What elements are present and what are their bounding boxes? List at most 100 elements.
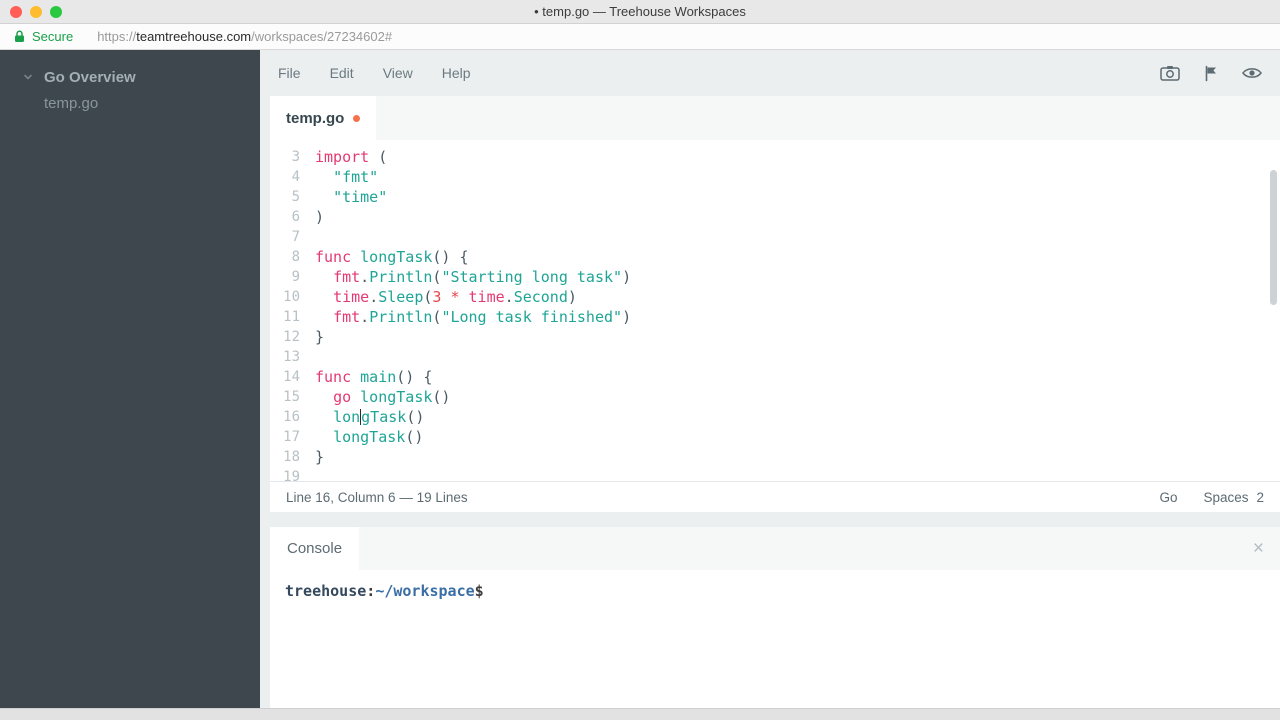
code-line[interactable]: longTask() <box>315 407 631 427</box>
terminal-prompt: treehouse:~/workspace$ <box>285 582 484 600</box>
code-token: () <box>432 388 450 406</box>
close-console-icon[interactable]: × <box>1253 539 1264 558</box>
language-mode-button[interactable]: Go <box>1159 490 1177 505</box>
code-token: time <box>333 288 369 306</box>
code-line[interactable]: fmt.Println("Starting long task") <box>315 267 631 287</box>
indent-setting-button[interactable]: Spaces 2 <box>1203 490 1264 505</box>
line-number: 4 <box>270 167 300 187</box>
code-line[interactable] <box>315 467 631 481</box>
code-token <box>315 168 333 186</box>
code-token: } <box>315 448 324 466</box>
code-token: time <box>469 288 505 306</box>
line-number: 16 <box>270 407 300 427</box>
code-line[interactable]: "time" <box>315 187 631 207</box>
file-tree-sidebar: Go Overview temp.go <box>0 50 260 708</box>
prompt-separator: : <box>366 582 375 600</box>
window-titlebar: • temp.go — Treehouse Workspaces <box>0 0 1280 24</box>
sidebar-item-temp-go[interactable]: temp.go <box>0 90 260 116</box>
address-bar[interactable]: Secure https://teamtreehouse.com/workspa… <box>0 24 1280 50</box>
code-token: ) <box>568 288 577 306</box>
editor-tabbar: temp.go <box>270 96 1280 140</box>
editor-scrollbar[interactable] <box>1270 170 1277 305</box>
terminal[interactable]: treehouse:~/workspace$ <box>270 570 1280 708</box>
indent-value: 2 <box>1256 490 1264 505</box>
prompt-symbol: $ <box>475 582 484 600</box>
code-editor[interactable]: 345678910111213141516171819 import ( "fm… <box>270 140 1280 481</box>
sidebar-item-label: temp.go <box>44 95 98 112</box>
code-token: fmt <box>333 268 360 286</box>
code-token: ( <box>369 148 387 166</box>
code-token: () <box>406 408 424 426</box>
sidebar-item-label: Go Overview <box>44 69 136 86</box>
code-token: func <box>315 368 351 386</box>
zoom-window-button[interactable] <box>50 6 62 18</box>
code-token: () { <box>396 368 432 386</box>
traffic-lights <box>10 0 62 23</box>
code-token: ) <box>622 308 631 326</box>
menubar: File Edit View Help <box>270 50 1280 96</box>
code-lines: import ( "fmt" "time")func longTask() { … <box>300 140 631 481</box>
code-token: import <box>315 148 369 166</box>
code-line[interactable]: "fmt" <box>315 167 631 187</box>
code-line[interactable]: func main() { <box>315 367 631 387</box>
url-domain: teamtreehouse.com <box>136 29 251 44</box>
line-number: 11 <box>270 307 300 327</box>
workspace-app: Go Overview temp.go File Edit View Help temp… <box>0 50 1280 708</box>
code-line[interactable]: ) <box>315 207 631 227</box>
code-token: } <box>315 328 324 346</box>
code-token: ) <box>315 208 324 226</box>
code-token <box>315 428 333 446</box>
code-line[interactable]: } <box>315 327 631 347</box>
line-number: 6 <box>270 207 300 227</box>
sidebar-item-go-overview[interactable]: Go Overview <box>0 64 260 90</box>
code-line[interactable] <box>315 347 631 367</box>
menubar-icons <box>1160 65 1262 82</box>
code-token: . <box>505 288 514 306</box>
code-token: go <box>333 388 351 406</box>
code-token: longTask <box>360 388 432 406</box>
tab-console[interactable]: Console <box>270 527 359 570</box>
line-number: 12 <box>270 327 300 347</box>
tab-temp-go[interactable]: temp.go <box>270 96 376 140</box>
eye-icon[interactable] <box>1242 66 1262 80</box>
code-line[interactable]: longTask() <box>315 427 631 447</box>
code-token: ) <box>622 268 631 286</box>
code-line[interactable]: time.Sleep(3 * time.Second) <box>315 287 631 307</box>
code-token: "Long task finished" <box>441 308 622 326</box>
cursor-position-label: Line 16, Column 6 — 19 Lines <box>286 490 1159 505</box>
code-token: () <box>405 428 423 446</box>
url-scheme: https:// <box>97 29 136 44</box>
camera-icon[interactable] <box>1160 65 1180 81</box>
line-number: 15 <box>270 387 300 407</box>
code-line[interactable]: func longTask() { <box>315 247 631 267</box>
code-token: "time" <box>333 188 387 206</box>
lock-icon <box>14 30 25 43</box>
code-token: gTask <box>361 408 406 426</box>
url-path: /workspaces/27234602# <box>251 29 392 44</box>
minimize-window-button[interactable] <box>30 6 42 18</box>
code-token: "fmt" <box>333 168 378 186</box>
close-window-button[interactable] <box>10 6 22 18</box>
code-token <box>351 388 360 406</box>
code-line[interactable]: fmt.Println("Long task finished") <box>315 307 631 327</box>
code-token: longTask <box>360 248 432 266</box>
code-line[interactable]: } <box>315 447 631 467</box>
main-area: FileEditViewHelp temp.go 34567 <box>260 50 1280 708</box>
indent-label: Spaces <box>1203 490 1248 505</box>
code-token: . <box>369 288 378 306</box>
code-line[interactable] <box>315 227 631 247</box>
code-line[interactable]: import ( <box>315 147 631 167</box>
unsaved-dot-icon <box>353 115 360 122</box>
menu-item-file[interactable]: File <box>278 65 301 81</box>
code-token: . <box>360 308 369 326</box>
code-line[interactable]: go longTask() <box>315 387 631 407</box>
menubar-items: File Edit View Help <box>278 65 500 81</box>
code-token <box>315 188 333 206</box>
flag-icon[interactable] <box>1204 65 1218 82</box>
menu-item-edit[interactable]: Edit <box>330 65 354 81</box>
code-token: Second <box>514 288 568 306</box>
code-token: fmt <box>333 308 360 326</box>
line-number: 10 <box>270 287 300 307</box>
menu-item-help[interactable]: Help <box>442 65 471 81</box>
menu-item-view[interactable]: View <box>383 65 413 81</box>
